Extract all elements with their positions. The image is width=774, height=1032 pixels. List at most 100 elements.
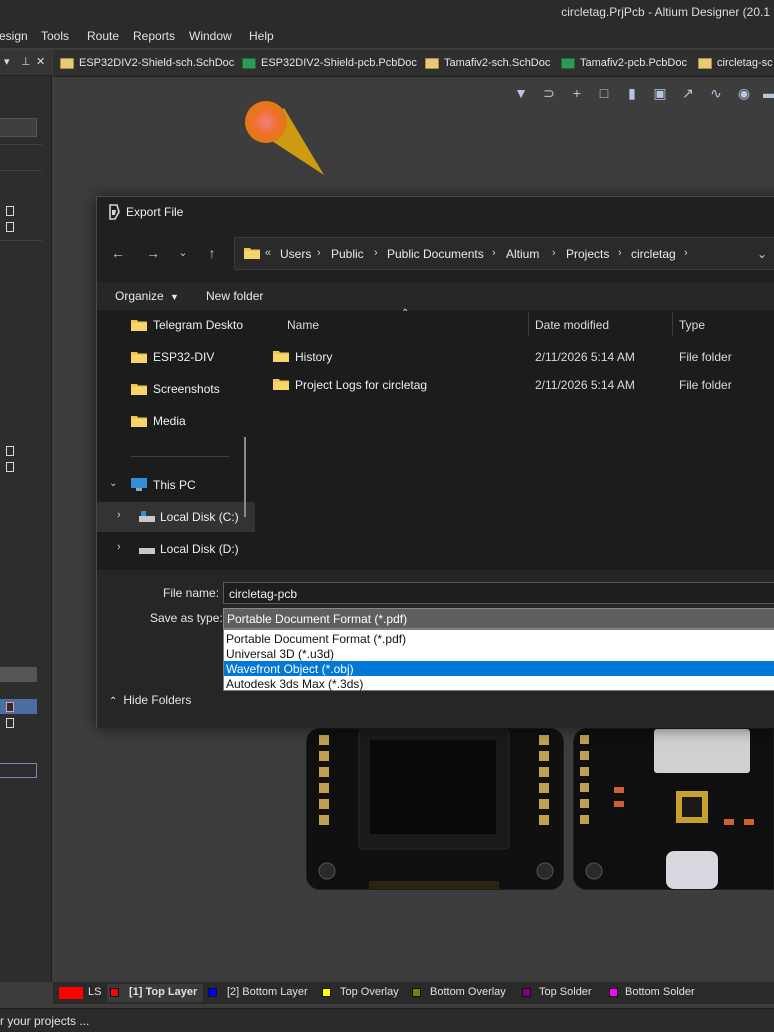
document-icon xyxy=(6,462,14,472)
nav-item-screenshots[interactable]: Screenshots xyxy=(97,374,255,404)
panel-header: ▾ ⊥ ✕ xyxy=(0,50,52,76)
navigation-pane: Telegram Deskto ESP32-DIV Screenshots Me… xyxy=(97,310,255,570)
menu-window[interactable]: Window xyxy=(189,29,232,43)
file-row[interactable]: Project Logs for circletag 2/11/2026 5:1… xyxy=(255,370,774,398)
new-folder-button[interactable]: New folder xyxy=(206,289,263,303)
breadcrumb-projects[interactable]: Projects xyxy=(566,247,609,261)
breadcrumb-separator-icon[interactable]: › xyxy=(374,247,378,259)
chevron-down-icon: ▼ xyxy=(170,292,179,302)
column-separator[interactable] xyxy=(672,312,673,336)
recent-locations-chevron-icon[interactable]: ⌄ xyxy=(175,245,191,261)
menu-design[interactable]: esign xyxy=(0,29,28,43)
expand-chevron-icon[interactable]: › xyxy=(117,541,121,553)
doc-tab[interactable]: ESP32DIV2-Shield-pcb.PcbDoc xyxy=(242,57,417,71)
file-name: History xyxy=(295,350,333,364)
nav-item-this-pc[interactable]: ⌄ This PC xyxy=(97,470,255,500)
nav-item-local-disk-c[interactable]: › Local Disk (C:) xyxy=(97,502,255,532)
canvas-toolbar: ▼ ⊃ + □ ▮ ▣ ↗ ∿ ◉ ▬ xyxy=(505,85,774,105)
expand-chevron-icon[interactable]: › xyxy=(117,509,121,521)
breadcrumb-public[interactable]: Public xyxy=(331,247,364,261)
component-icon[interactable]: ▣ xyxy=(652,85,668,101)
nav-item-esp32-div[interactable]: ESP32-DIV xyxy=(97,342,255,372)
breadcrumb-separator-icon[interactable]: › xyxy=(552,247,556,259)
pcb-board-right xyxy=(573,728,774,890)
menu-route[interactable]: Route xyxy=(87,29,119,43)
filter-icon[interactable]: ▼ xyxy=(513,85,529,101)
option-3ds[interactable]: Autodesk 3ds Max (*.3ds) xyxy=(224,676,774,691)
schematic-doc-icon xyxy=(60,58,74,69)
up-arrow-icon[interactable]: ↑ xyxy=(204,245,220,261)
pc-icon xyxy=(131,478,147,491)
file-type: File folder xyxy=(679,350,732,364)
menu-help[interactable]: Help xyxy=(249,29,274,43)
layer-set-tab[interactable]: LS xyxy=(57,984,103,1002)
back-arrow-icon[interactable]: ← xyxy=(110,245,126,261)
panel-selected-row[interactable] xyxy=(0,667,37,682)
route-icon[interactable]: ↗ xyxy=(680,85,696,101)
schematic-doc-icon xyxy=(698,58,712,69)
column-header-date[interactable]: Date modified xyxy=(535,318,609,332)
breadcrumb-altium[interactable]: Altium xyxy=(506,247,539,261)
pin-icon[interactable]: ⊥ xyxy=(21,55,31,68)
breadcrumb-separator-icon[interactable]: › xyxy=(618,247,622,259)
column-header-type[interactable]: Type xyxy=(679,318,705,332)
collapse-chevron-icon[interactable]: ⌄ xyxy=(109,478,117,489)
panel-menu-icon[interactable]: ▾ xyxy=(4,55,10,68)
doc-tab[interactable]: circletag-sc xyxy=(698,57,773,71)
align-icon[interactable]: ▮ xyxy=(624,85,640,101)
folder-icon xyxy=(131,384,147,395)
option-obj[interactable]: Wavefront Object (*.obj) xyxy=(224,661,774,676)
magnet-icon[interactable]: ⊃ xyxy=(541,85,557,101)
hide-folders-button[interactable]: ⌃ Hide Folders xyxy=(109,693,191,709)
interactive-route-icon[interactable]: ∿ xyxy=(708,85,724,101)
close-panel-icon[interactable]: ✕ xyxy=(36,55,45,68)
nav-pane-scrollbar[interactable] xyxy=(244,437,246,517)
file-row[interactable]: History 2/11/2026 5:14 AM File folder xyxy=(255,342,774,370)
column-header-name[interactable]: Name xyxy=(287,318,319,332)
layer-tab-top-solder[interactable]: Top Solder xyxy=(519,984,603,1002)
more-icon[interactable]: ▬ xyxy=(762,85,774,101)
breadcrumb-overflow[interactable]: « xyxy=(265,247,271,259)
layer-color-swatch xyxy=(609,988,618,997)
file-name-input[interactable]: circletag-pcb xyxy=(223,582,774,604)
layer-tab-bottom-solder[interactable]: Bottom Solder xyxy=(606,984,704,1002)
option-pdf[interactable]: Portable Document Format (*.pdf) xyxy=(224,631,774,646)
address-dropdown-chevron-icon[interactable]: ⌄ xyxy=(757,247,767,261)
nav-item-local-disk-d[interactable]: › Local Disk (D:) xyxy=(97,534,255,564)
breadcrumb-separator-icon[interactable]: › xyxy=(684,247,688,259)
file-type: File folder xyxy=(679,378,732,392)
breadcrumb-separator-icon[interactable]: › xyxy=(492,247,496,259)
layer-tab-top-layer[interactable]: [1] Top Layer xyxy=(107,984,203,1002)
doc-tab[interactable]: Tamafiv2-pcb.PcbDoc xyxy=(561,57,687,71)
menu-tools[interactable]: Tools xyxy=(41,29,69,43)
layer-tab-top-overlay[interactable]: Top Overlay xyxy=(319,984,405,1002)
doc-tab[interactable]: Tamafiv2-sch.SchDoc xyxy=(425,57,550,71)
forward-arrow-icon[interactable]: → xyxy=(145,245,161,261)
add-icon[interactable]: + xyxy=(569,85,585,101)
breadcrumb-users[interactable]: Users xyxy=(280,247,311,261)
select-box-icon[interactable]: □ xyxy=(596,85,612,101)
option-u3d[interactable]: Universal 3D (*.u3d) xyxy=(224,646,774,661)
save-type-options-list: Portable Document Format (*.pdf) Univers… xyxy=(223,629,774,691)
organize-menu-button[interactable]: Organize ▼ xyxy=(115,289,179,303)
breadcrumb-separator-icon[interactable]: › xyxy=(317,247,321,259)
address-bar[interactable]: « Users › Public › Public Documents › Al… xyxy=(234,237,774,270)
doc-tab[interactable]: ESP32DIV2-Shield-sch.SchDoc xyxy=(60,57,234,71)
column-separator[interactable] xyxy=(528,312,529,336)
layer-color-swatch xyxy=(59,987,83,999)
save-type-dropdown[interactable]: Portable Document Format (*.pdf) xyxy=(223,608,774,629)
dialog-title: Export File xyxy=(126,205,184,219)
document-tabs: ESP32DIV2-Shield-sch.SchDoc ESP32DIV2-Sh… xyxy=(53,50,774,77)
panel-focus-row[interactable] xyxy=(0,763,37,778)
breadcrumb-circletag[interactable]: circletag xyxy=(631,247,676,261)
layer-tab-bottom-overlay[interactable]: Bottom Overlay xyxy=(409,984,513,1002)
via-icon[interactable]: ◉ xyxy=(736,85,752,101)
breadcrumb-public-documents[interactable]: Public Documents xyxy=(387,247,484,261)
nav-item-telegram[interactable]: Telegram Deskto xyxy=(97,310,255,340)
menu-reports[interactable]: Reports xyxy=(133,29,175,43)
panel-search-input[interactable] xyxy=(0,118,37,137)
file-name-label: File name: xyxy=(163,586,220,600)
layer-tab-bottom-layer[interactable]: [2] Bottom Layer xyxy=(205,984,317,1002)
nav-item-media[interactable]: Media xyxy=(97,406,255,436)
document-icon xyxy=(6,206,14,216)
